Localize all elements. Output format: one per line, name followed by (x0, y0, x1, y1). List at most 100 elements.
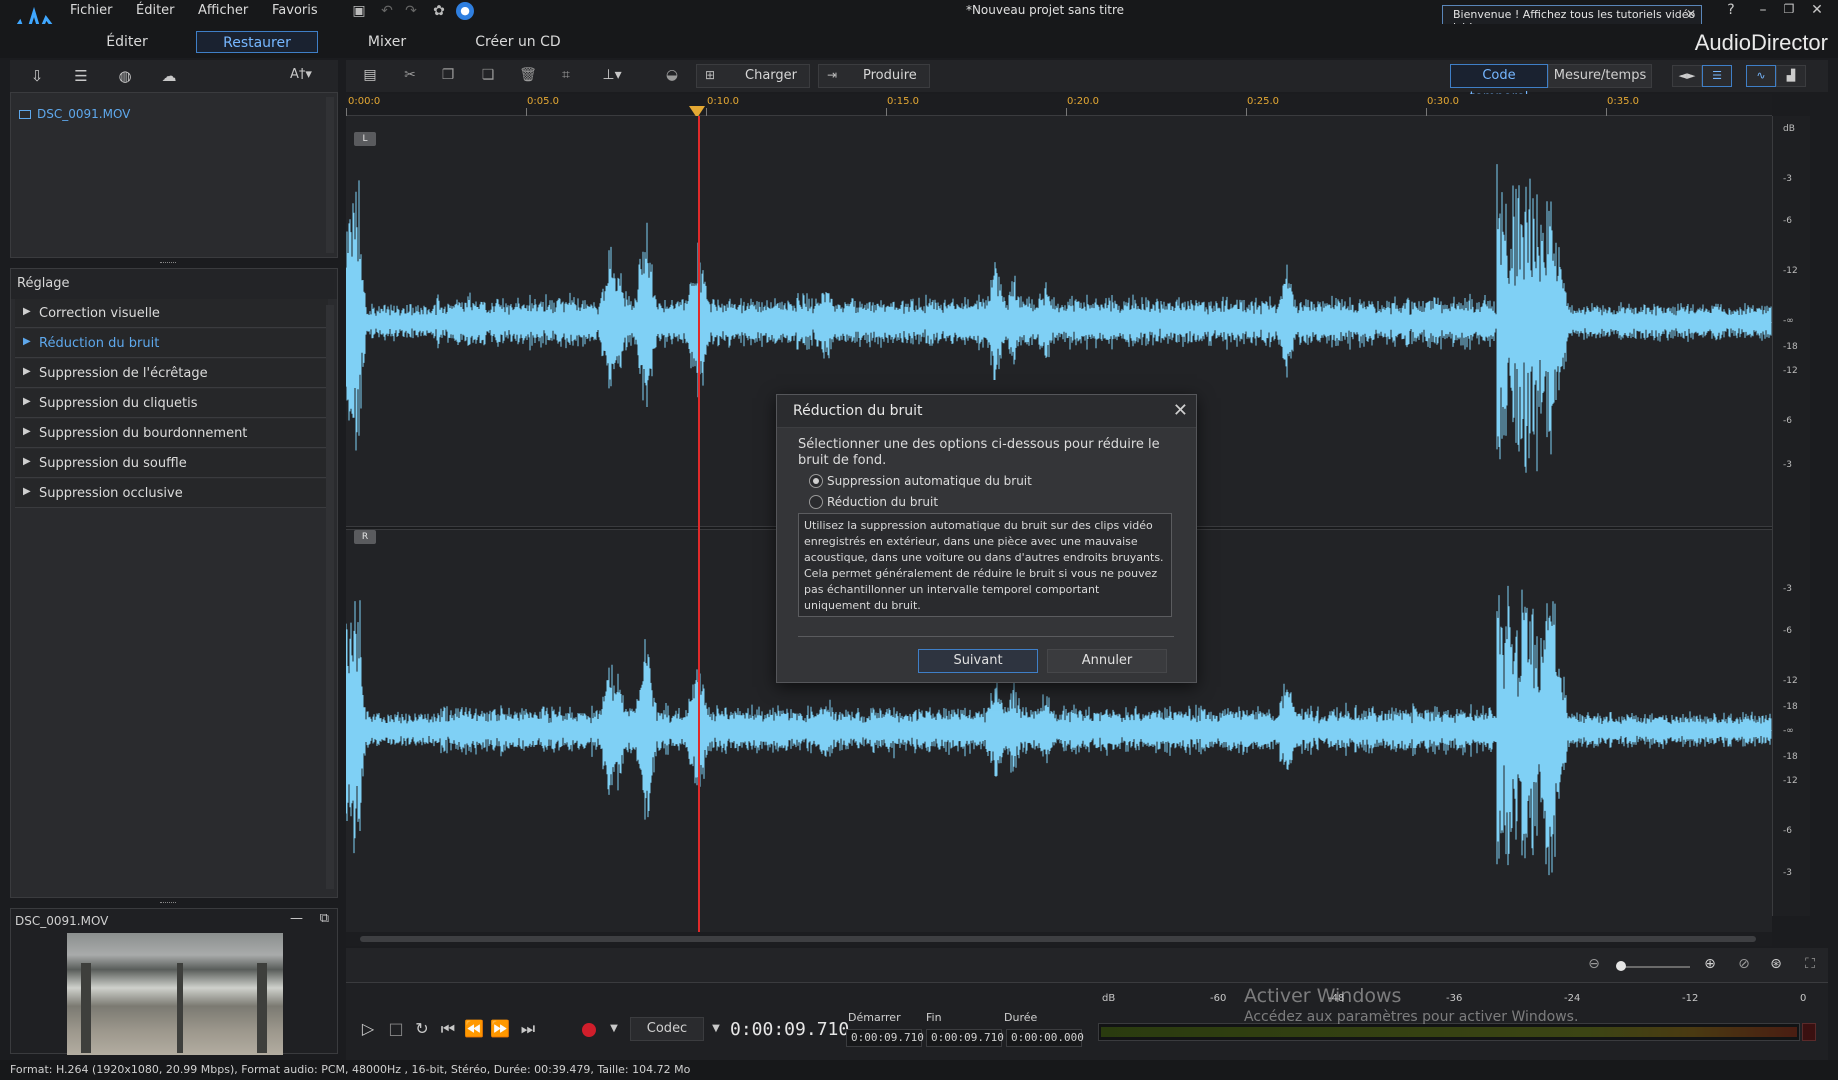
cloud-icon[interactable]: ☁ (158, 67, 180, 85)
delete-icon[interactable]: 🗑 (518, 67, 538, 85)
fast-forward-icon[interactable]: ⏩ (490, 1019, 510, 1039)
media-scrollbar[interactable] (326, 97, 334, 253)
zoom-slider-knob[interactable] (1616, 961, 1626, 971)
tab-editer[interactable]: Éditer (90, 31, 164, 53)
copy-icon[interactable]: ❐ (438, 67, 458, 85)
record-dropdown-icon[interactable]: ▼ (604, 1023, 624, 1043)
rewind-icon[interactable]: ⏪ (464, 1019, 484, 1039)
crop-icon[interactable]: ⌗ (556, 67, 576, 85)
menu-fichier[interactable]: Fichier (70, 3, 113, 18)
start-label: Démarrer (848, 1011, 901, 1024)
windows-activation-watermark: Activer Windows Accédez aux paramètres p… (1244, 985, 1578, 1025)
mesure-temps-toggle[interactable]: Mesure/temps (1548, 64, 1652, 88)
paste-icon[interactable]: ❏ (478, 67, 498, 85)
panel-resize-grip[interactable] (160, 262, 176, 264)
menu-editer[interactable]: Éditer (136, 3, 175, 18)
loop-icon[interactable]: ↻ (412, 1019, 432, 1039)
panel-resize-grip[interactable] (160, 902, 176, 904)
go-start-icon[interactable]: ⏮ (438, 1019, 458, 1039)
zoom-fit-icon[interactable]: ⊛ (1766, 956, 1786, 974)
expand-arrow-icon: ▶ (23, 396, 31, 407)
codec-button[interactable]: Codec (630, 1017, 704, 1041)
help-icon[interactable]: ? (1720, 2, 1742, 18)
minimize-icon[interactable]: – (1752, 2, 1774, 18)
radio-selected-icon[interactable] (809, 474, 823, 488)
duration-field[interactable]: 0:00:00.000 (1006, 1029, 1084, 1047)
close-icon[interactable]: ✕ (1173, 400, 1188, 421)
window-close-icon[interactable]: ✕ (1806, 2, 1828, 18)
minimize-preview-icon[interactable]: — (290, 911, 303, 926)
fix-item-suppression-bourdonnement[interactable]: ▶ Suppression du bourdonnement (15, 419, 328, 448)
status-bar: Format: H.264 (1920x1080, 20.99 Mbps), F… (0, 1060, 1838, 1080)
popout-icon[interactable]: ⧉ (320, 911, 329, 926)
spectrum-view-icon[interactable]: ▟ (1776, 65, 1806, 87)
end-time-field[interactable]: 0:00:09.710 (926, 1029, 1004, 1047)
db-tick: -3 (1783, 584, 1792, 594)
properties-icon[interactable]: ▤ (360, 67, 380, 85)
produire-label: Produire (863, 68, 917, 83)
record-icon[interactable] (582, 1023, 596, 1037)
tab-mixer[interactable]: Mixer (352, 31, 422, 53)
media-file-item[interactable]: DSC_0091.MOV (19, 107, 130, 121)
zoom-selection-icon[interactable]: ⊘ (1734, 956, 1754, 974)
settings-gear-icon[interactable]: ✿ (430, 2, 448, 20)
charger-label: Charger (745, 68, 797, 83)
fix-item-suppression-occlusive[interactable]: ▶ Suppression occlusive (15, 479, 328, 508)
zoom-slider[interactable] (1620, 966, 1690, 968)
produire-button[interactable]: ⇥ Produire (818, 64, 930, 88)
account-icon[interactable]: ● (456, 2, 474, 20)
cancel-button[interactable]: Annuler (1047, 649, 1167, 673)
meter-tick: -12 (1682, 993, 1699, 1004)
stamp-icon[interactable]: ⊥▾ (602, 67, 622, 85)
menu-afficher[interactable]: Afficher (198, 3, 248, 18)
save-icon[interactable]: ▣ (350, 2, 368, 20)
meter-tick: 0 (1800, 993, 1807, 1004)
close-icon[interactable]: ✕ (1686, 7, 1696, 21)
fullscreen-icon[interactable]: ⛶ (1800, 956, 1820, 974)
start-time-field[interactable]: 0:00:09.710 (846, 1029, 924, 1047)
font-size-button[interactable]: A†▾ (284, 67, 318, 85)
radio-unselected-icon[interactable] (809, 495, 823, 509)
horizontal-scrollbar[interactable] (346, 932, 1772, 946)
radio-noise-reduction[interactable]: Réduction du bruit (809, 495, 938, 509)
restore-icon[interactable]: ❐ (1778, 2, 1800, 16)
codec-dropdown-icon[interactable]: ▼ (706, 1023, 726, 1043)
tracks-view-icon[interactable]: ☰ (1702, 65, 1732, 87)
undo-icon[interactable]: ↶ (378, 2, 396, 20)
fit-view-icon[interactable]: ◄► (1672, 65, 1702, 87)
menu-favoris[interactable]: Favoris (272, 3, 318, 18)
activation-subtitle: Accédez aux paramètres pour activer Wind… (1244, 1009, 1579, 1025)
fix-item-correction-visuelle[interactable]: ▶ Correction visuelle (15, 299, 328, 328)
fix-item-suppression-souffle[interactable]: ▶ Suppression du souffle (15, 449, 328, 478)
globe-icon[interactable]: ◍ (114, 67, 136, 85)
playhead-line[interactable] (698, 116, 700, 932)
level-meter-fill (1101, 1027, 1797, 1037)
zoom-out-icon[interactable]: ⊖ (1584, 956, 1604, 974)
waveform-view-icon[interactable]: ∿ (1746, 65, 1776, 87)
activation-title: Activer Windows (1244, 985, 1402, 1007)
play-icon[interactable]: ▷ (358, 1019, 378, 1039)
expand-arrow-icon: ▶ (23, 306, 31, 317)
zoom-in-icon[interactable]: ⊕ (1700, 956, 1720, 974)
scroll-thumb[interactable] (360, 936, 1756, 942)
db-tick: -12 (1783, 676, 1798, 686)
vinyl-icon[interactable]: ◒ (662, 67, 682, 85)
timeline-ruler[interactable]: 0:00:0 0:05.0 0:10.0 0:15.0 0:20.0 0:25.… (346, 94, 1772, 118)
charger-button[interactable]: ⊞ Charger (696, 64, 810, 88)
cut-icon[interactable]: ✂ (400, 67, 420, 85)
import-icon[interactable]: ⇩ (26, 67, 48, 85)
go-end-icon[interactable]: ⏭ (518, 1019, 538, 1039)
stop-icon[interactable]: □ (386, 1019, 406, 1039)
fix-item-reduction-bruit[interactable]: ▶ Réduction du bruit (15, 329, 328, 358)
radio-auto-noise[interactable]: Suppression automatique du bruit (809, 474, 1032, 488)
fix-scrollbar[interactable] (326, 305, 334, 889)
tab-restaurer[interactable]: Restaurer (196, 31, 318, 53)
import-list-icon[interactable]: ☰ (70, 67, 92, 85)
fix-item-suppression-cliquetis[interactable]: ▶ Suppression du cliquetis (15, 389, 328, 418)
fix-item-suppression-ecretage[interactable]: ▶ Suppression de l'écrêtage (15, 359, 328, 388)
next-button[interactable]: Suivant (918, 649, 1038, 673)
tab-creer-cd[interactable]: Créer un CD (466, 31, 570, 53)
code-temporel-toggle[interactable]: Code temporel (1450, 64, 1548, 105)
redo-icon[interactable]: ↷ (402, 2, 420, 20)
welcome-banner[interactable]: Bienvenue ! Affichez tous les tutoriels … (1442, 5, 1702, 34)
